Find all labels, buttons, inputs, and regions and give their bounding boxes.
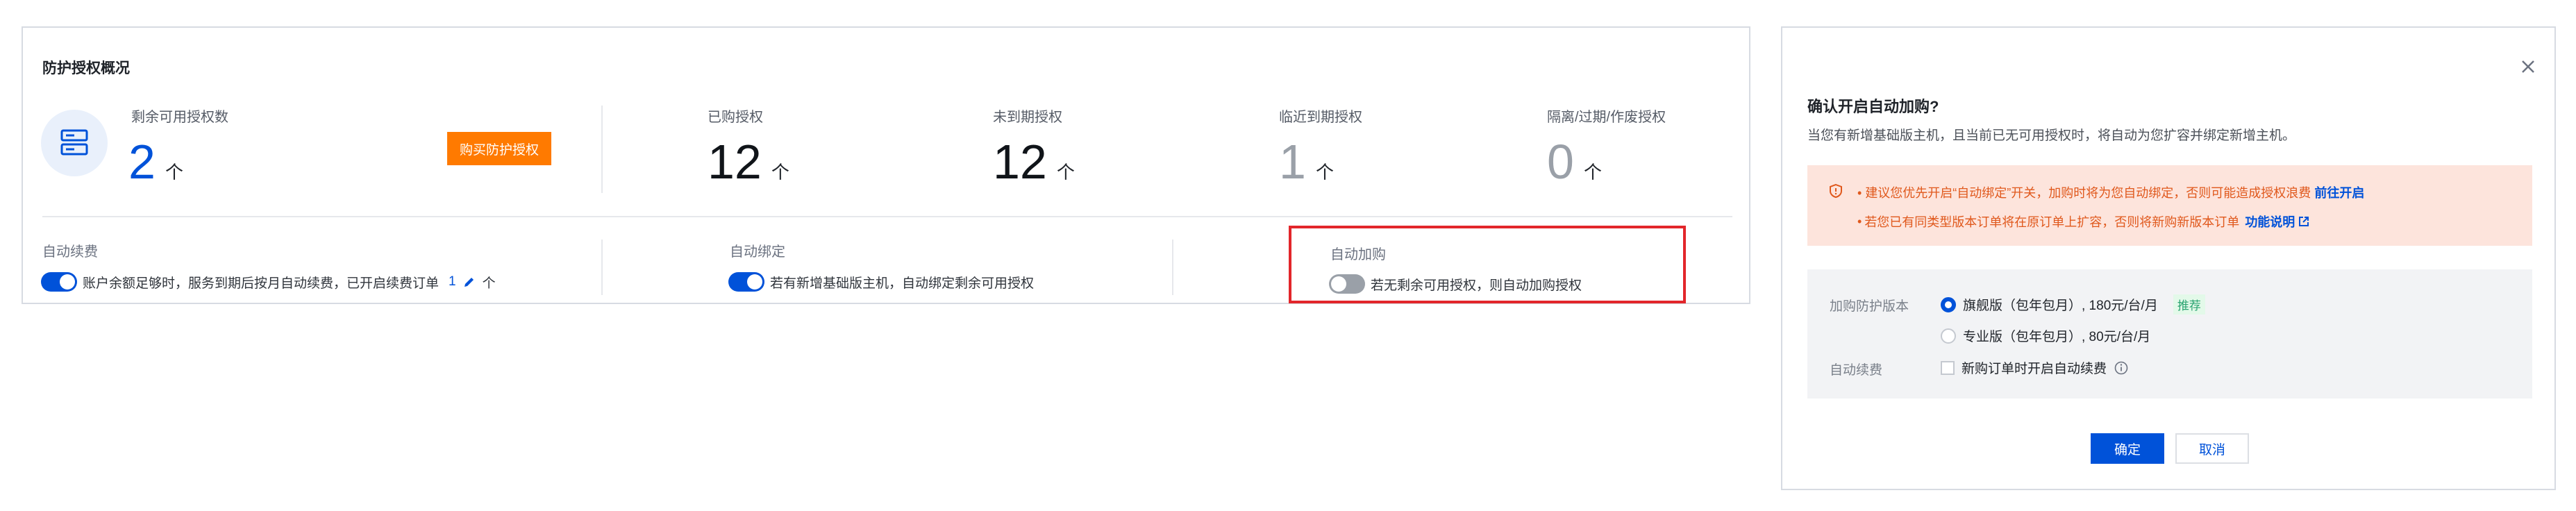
options-panel: 加购防护版本 旗舰版（包年包月）, 180元/台/月 推荐 专业版（包年包月）,…: [1807, 269, 2532, 399]
remaining-value: 2: [128, 135, 156, 189]
auto-purchase-desc: 若无剩余可用授权，则自动加购授权: [1371, 278, 1582, 293]
horizontal-divider: [42, 216, 1732, 217]
renew-checkbox-text: 新购订单时开启自动续费: [1962, 362, 2107, 376]
toggle-knob: [747, 274, 762, 290]
stat-purchased: 12 个: [708, 137, 789, 186]
warning-item-1: • 建议您优先开启“自动绑定”开关，加购时将为您自动绑定，否则可能造成授权浪费 …: [1857, 183, 2364, 201]
toggle-knob: [1331, 276, 1346, 292]
feature-doc-link[interactable]: 功能说明: [2245, 212, 2295, 231]
auto-renew-checkbox[interactable]: [1941, 360, 1955, 375]
stat-value-unexpired: 12: [993, 135, 1047, 189]
stat-isolated: 0 个: [1547, 137, 1602, 186]
stat-label-isolated: 隔离/过期/作废授权: [1547, 110, 1666, 125]
cancel-button[interactable]: 取消: [2175, 433, 2249, 464]
stat-unexpired: 12 个: [993, 137, 1075, 186]
stat-label-unexpired: 未到期授权: [993, 110, 1062, 125]
version-option-pro[interactable]: 专业版（包年包月）, 80元/台/月: [1941, 326, 2150, 345]
server-icon: [41, 110, 108, 176]
auto-purchase-row: 若无剩余可用授权，则自动加购授权: [1329, 274, 1582, 294]
radio-button[interactable]: [1941, 296, 1956, 312]
buy-protection-button[interactable]: 购买防护授权: [447, 132, 551, 165]
renew-order-count[interactable]: 1: [449, 274, 456, 290]
auto-renew-toggle[interactable]: [41, 272, 77, 292]
auto-purchase-toggle[interactable]: [1329, 274, 1365, 294]
auto-purchase-highlight: 自动加购 若无剩余可用授权，则自动加购授权: [1289, 226, 1686, 303]
radio-button[interactable]: [1941, 328, 1956, 344]
toggle-knob: [60, 274, 75, 290]
warning-bullet: •: [1857, 214, 1862, 228]
auto-bind-label: 自动绑定: [730, 244, 785, 260]
auto-purchase-dialog: 确认开启自动加购? 当您有新增基础版主机，且当前已无可用授权时，将自动为您扩容并…: [1781, 26, 2556, 490]
renew-order-unit: 个: [482, 276, 496, 291]
stat-label-purchased: 已购授权: [708, 110, 763, 125]
stat-value-expiring: 1: [1279, 135, 1306, 189]
auto-purchase-label: 自动加购: [1330, 247, 1386, 262]
stat-unit: 个: [1315, 162, 1334, 183]
recommend-tag: 推荐: [2173, 294, 2205, 315]
version-label: 加购防护版本: [1830, 299, 1909, 314]
renew-checkbox-row[interactable]: 新购订单时开启自动续费: [1941, 358, 2129, 377]
auto-bind-row: 若有新增基础版主机，自动绑定剩余可用授权: [728, 272, 1034, 292]
remaining-unit: 个: [165, 162, 183, 183]
warning-bullet: •: [1857, 186, 1866, 200]
dialog-title: 确认开启自动加购?: [1807, 98, 1939, 115]
warning-item-2: • 若您已有同类型版本订单将在原订单上扩容，否则将新购新版本订单 功能说明: [1857, 212, 2310, 231]
stat-label-expiring: 临近到期授权: [1279, 110, 1362, 125]
divider: [601, 240, 603, 295]
dialog-subtitle: 当您有新增基础版主机，且当前已无可用授权时，将自动为您扩容并绑定新增主机。: [1807, 128, 2296, 143]
stat-expiring: 1 个: [1279, 137, 1334, 186]
protection-overview-card: 防护授权概况 剩余可用授权数 2 个 购买防护授权 已购授权 12 个 未到期授…: [22, 26, 1750, 304]
divider: [1172, 240, 1173, 295]
warning-box: • 建议您优先开启“自动绑定”开关，加购时将为您自动绑定，否则可能造成授权浪费 …: [1807, 165, 2532, 246]
stat-value-purchased: 12: [708, 135, 762, 189]
stat-unit: 个: [1583, 162, 1602, 183]
card-title: 防护授权概况: [42, 60, 130, 76]
external-link-icon[interactable]: [2298, 215, 2310, 228]
stat-unit: 个: [1056, 162, 1075, 183]
renew-label: 自动续费: [1830, 363, 1883, 378]
auto-renew-desc: 账户余额足够时，服务到期后按月自动续费，已开启续费订单: [83, 276, 440, 291]
info-icon[interactable]: [2114, 360, 2129, 376]
auto-bind-desc: 若有新增基础版主机，自动绑定剩余可用授权: [770, 276, 1035, 291]
close-icon[interactable]: [2518, 57, 2538, 76]
confirm-button[interactable]: 确定: [2091, 433, 2164, 464]
warning-text-2: 若您已有同类型版本订单将在原订单上扩容，否则将新购新版本订单: [1864, 215, 2240, 229]
pro-option-text: 专业版（包年包月）, 80元/台/月: [1963, 330, 2151, 344]
go-enable-link[interactable]: 前往开启: [2314, 186, 2364, 200]
version-option-flagship[interactable]: 旗舰版（包年包月）, 180元/台/月 推荐: [1941, 294, 2205, 315]
stat-unit: 个: [771, 162, 789, 183]
flagship-option-text: 旗舰版（包年包月）, 180元/台/月: [1963, 299, 2158, 313]
warning-text-1: 建议您优先开启“自动绑定”开关，加购时将为您自动绑定，否则可能造成授权浪费: [1865, 186, 2311, 200]
edit-icon[interactable]: [462, 274, 477, 290]
remaining-label: 剩余可用授权数: [131, 110, 228, 125]
auto-renew-row: 账户余额足够时，服务到期后按月自动续费，已开启续费订单 1 个: [41, 272, 496, 292]
divider: [601, 106, 603, 193]
shield-warning-icon: [1828, 183, 1843, 199]
auto-bind-toggle[interactable]: [728, 272, 764, 292]
remaining-stat: 2 个: [128, 137, 183, 186]
stat-value-isolated: 0: [1547, 135, 1574, 189]
auto-renew-label: 自动续费: [42, 244, 98, 260]
